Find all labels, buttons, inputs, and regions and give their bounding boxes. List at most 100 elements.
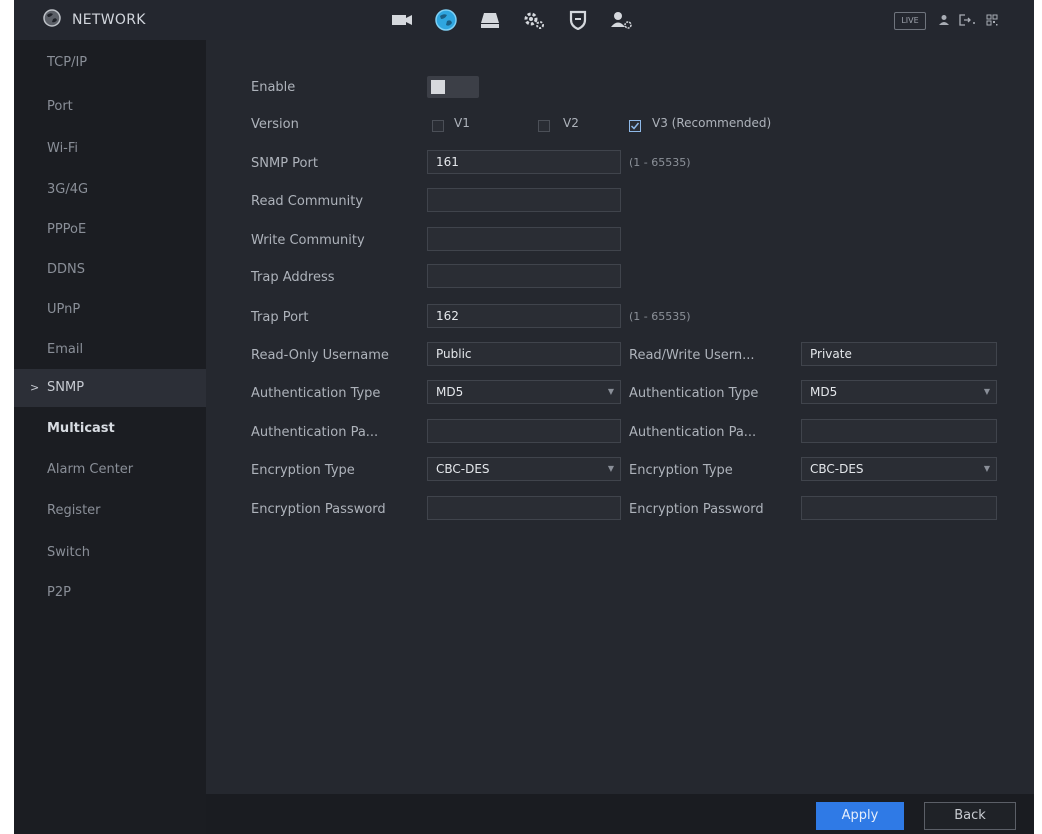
sidebar-item-label: Switch (47, 545, 90, 560)
camera-icon[interactable] (380, 0, 424, 40)
read-encryption-type-value: CBC-DES (436, 462, 490, 476)
sidebar-item-label: 3G/4G (47, 182, 89, 197)
write-auth-type-label: Authentication Type (629, 386, 759, 401)
write-community-label: Write Community (251, 233, 365, 248)
read-encryption-password-input[interactable] (427, 496, 621, 520)
read-auth-password-label: Authentication Pa... (251, 425, 379, 440)
read-write-username-label: Read/Write Usern... (629, 348, 755, 363)
trap-port-input[interactable]: 162 (427, 304, 621, 328)
logout-icon[interactable] (959, 14, 977, 26)
main-nav (380, 0, 644, 40)
back-button[interactable]: Back (924, 802, 1016, 830)
version-v3-checkbox[interactable] (629, 120, 641, 132)
sidebar-item-label: SNMP (47, 380, 85, 395)
trap-address-input[interactable] (427, 264, 621, 288)
read-auth-type-value: MD5 (436, 385, 464, 399)
sidebar-item-label: Port (47, 99, 73, 114)
snmp-port-range: (1 - 65535) (629, 156, 691, 169)
read-encryption-type-select[interactable]: CBC-DES ▼ (427, 457, 621, 481)
chevron-down-icon: ▼ (607, 464, 614, 473)
sidebar-item-upnp[interactable]: UPnP (14, 291, 206, 329)
read-only-username-label: Read-Only Username (251, 348, 389, 363)
sidebar-item-label: Wi-Fi (47, 141, 79, 156)
sidebar-item-label: Register (47, 503, 101, 518)
sidebar-item-alarm-center[interactable]: Alarm Center (14, 451, 206, 489)
snmp-settings-panel: Enable Version V1 V2 V3 (Recommended) SN… (206, 40, 1034, 794)
chevron-down-icon: ▼ (607, 387, 614, 396)
system-gears-icon[interactable] (512, 0, 556, 40)
sidebar-item-port[interactable]: Port (14, 88, 206, 126)
checkmark-icon (630, 122, 640, 130)
live-button[interactable]: LIVE (894, 12, 926, 30)
version-v2-label: V2 (563, 116, 579, 130)
top-bar: NETWORK LIVE (14, 0, 1034, 41)
apply-button[interactable]: Apply (816, 802, 904, 830)
read-only-username-input[interactable]: Public (427, 342, 621, 366)
read-auth-type-label: Authentication Type (251, 386, 381, 401)
qr-code-icon[interactable] (986, 14, 998, 26)
write-encryption-type-label: Encryption Type (629, 463, 733, 478)
sidebar-item-wifi[interactable]: Wi-Fi (14, 130, 206, 168)
app-window: NETWORK LIVE TCP/IP Port Wi-Fi 3G/4G PPP… (14, 0, 1034, 834)
read-auth-password-input[interactable] (427, 419, 621, 443)
sidebar-item-multicast[interactable]: Multicast (14, 410, 206, 448)
version-v3-label: V3 (Recommended) (652, 116, 772, 130)
sidebar-item-tcpip[interactable]: TCP/IP (14, 44, 206, 82)
sidebar-item-label: PPPoE (47, 222, 87, 237)
read-write-username-input[interactable]: Private (801, 342, 997, 366)
trap-port-label: Trap Port (251, 310, 309, 325)
sidebar-item-label: Multicast (47, 421, 115, 436)
read-auth-type-select[interactable]: MD5 ▼ (427, 380, 621, 404)
page-title: NETWORK (72, 12, 146, 28)
write-auth-type-value: MD5 (810, 385, 838, 399)
version-v1-label: V1 (454, 116, 470, 130)
snmp-port-input[interactable]: 161 (427, 150, 621, 174)
top-right-tools (938, 0, 998, 40)
sidebar-item-ddns[interactable]: DDNS (14, 251, 206, 289)
sidebar-item-label: Email (47, 342, 84, 357)
sidebar-item-pppoe[interactable]: PPPoE (14, 211, 206, 249)
trap-port-range: (1 - 65535) (629, 310, 691, 323)
write-auth-type-select[interactable]: MD5 ▼ (801, 380, 997, 404)
version-v1-checkbox[interactable] (432, 120, 444, 132)
write-auth-password-label: Authentication Pa... (629, 425, 757, 440)
chevron-down-icon: ▼ (983, 464, 990, 473)
bottom-bar: Apply Back (206, 794, 1034, 834)
sidebar-item-email[interactable]: Email (14, 331, 206, 369)
enable-label: Enable (251, 80, 296, 95)
account-icon[interactable] (600, 0, 644, 40)
sidebar-item-label: DDNS (47, 262, 85, 277)
write-community-input[interactable] (427, 227, 621, 251)
write-encryption-password-label: Encryption Password (629, 502, 764, 517)
sidebar: TCP/IP Port Wi-Fi 3G/4G PPPoE DDNS UPnP … (14, 40, 206, 834)
toggle-knob (431, 80, 445, 94)
read-encryption-password-label: Encryption Password (251, 502, 386, 517)
chevron-down-icon: ▼ (983, 387, 990, 396)
read-community-input[interactable] (427, 188, 621, 212)
app-title: NETWORK (42, 0, 146, 40)
network-globe-icon[interactable] (424, 0, 468, 40)
write-encryption-password-input[interactable] (801, 496, 997, 520)
storage-icon[interactable] (468, 0, 512, 40)
sidebar-item-3g4g[interactable]: 3G/4G (14, 171, 206, 209)
sidebar-item-p2p[interactable]: P2P (14, 574, 206, 612)
version-v2-checkbox[interactable] (538, 120, 550, 132)
sidebar-item-label: TCP/IP (47, 55, 88, 70)
sidebar-item-label: Alarm Center (47, 462, 134, 477)
write-encryption-type-value: CBC-DES (810, 462, 864, 476)
sidebar-item-snmp[interactable]: > SNMP (14, 369, 206, 407)
chevron-right-icon: > (30, 381, 40, 394)
sidebar-item-switch[interactable]: Switch (14, 534, 206, 572)
write-encryption-type-select[interactable]: CBC-DES ▼ (801, 457, 997, 481)
read-community-label: Read Community (251, 194, 364, 209)
sidebar-item-label: UPnP (47, 302, 81, 317)
write-auth-password-input[interactable] (801, 419, 997, 443)
read-encryption-type-label: Encryption Type (251, 463, 355, 478)
security-shield-icon[interactable] (556, 0, 600, 40)
trap-address-label: Trap Address (251, 270, 335, 285)
snmp-port-label: SNMP Port (251, 156, 318, 171)
network-globe-icon (42, 8, 62, 32)
sidebar-item-register[interactable]: Register (14, 492, 206, 530)
enable-toggle[interactable] (427, 76, 479, 98)
user-icon[interactable] (938, 14, 950, 26)
